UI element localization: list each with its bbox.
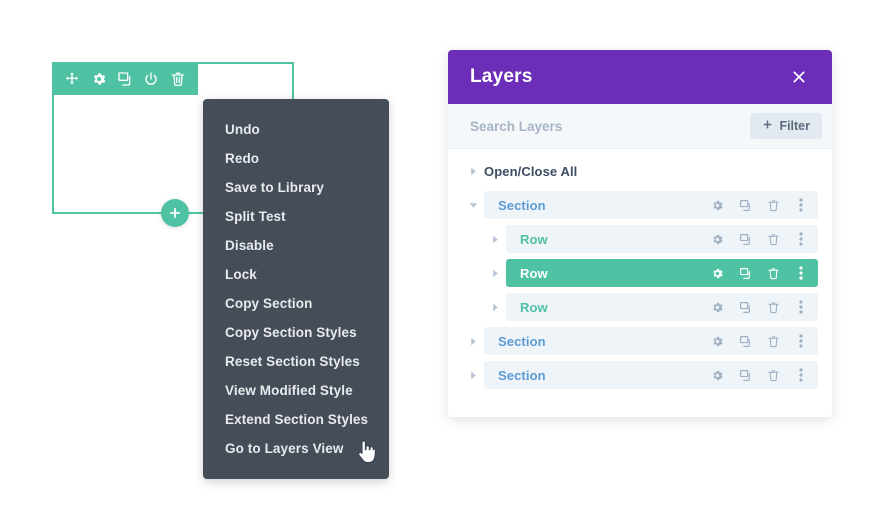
tree-row-open-close-all[interactable]: Open/Close All (462, 157, 818, 185)
section-context-menu: Undo Redo Save to Library Split Test Dis… (203, 99, 389, 479)
search-input[interactable] (470, 118, 751, 134)
trash-icon[interactable] (766, 266, 780, 280)
tree-row-actions (710, 300, 808, 314)
duplicate-icon[interactable] (116, 70, 133, 87)
menu-item-reset-section-styles[interactable]: Reset Section Styles (203, 347, 389, 376)
more-icon[interactable] (794, 300, 808, 314)
chevron-right-icon[interactable] (462, 337, 484, 346)
close-icon[interactable] (788, 66, 810, 88)
tree-row-section-1[interactable]: Section (462, 191, 818, 219)
chevron-right-icon[interactable] (462, 167, 484, 176)
trash-icon[interactable] (169, 70, 186, 87)
gear-icon[interactable] (710, 368, 724, 382)
tree-row-label: Row (520, 299, 548, 315)
move-icon[interactable] (64, 70, 81, 87)
chevron-right-icon[interactable] (462, 371, 484, 380)
more-icon[interactable] (794, 266, 808, 280)
tree-row-label: Section (498, 367, 546, 383)
trash-icon[interactable] (766, 198, 780, 212)
duplicate-icon[interactable] (738, 266, 752, 280)
plus-icon (762, 119, 773, 133)
add-section-button[interactable] (161, 199, 189, 227)
tree-row-body: Row (506, 259, 818, 287)
gear-icon[interactable] (710, 334, 724, 348)
tree-row-row-1[interactable]: Row (462, 225, 818, 253)
tree-row-actions (710, 266, 808, 280)
tree-row-body: Open/Close All (484, 157, 818, 185)
tree-row-label: Open/Close All (484, 163, 578, 179)
tree-row-body: Section (484, 361, 818, 389)
tree-row-section-3[interactable]: Section (462, 361, 818, 389)
tree-row-actions (710, 368, 808, 382)
chevron-down-icon[interactable] (462, 201, 484, 210)
tree-row-row-3[interactable]: Row (462, 293, 818, 321)
tree-row-body: Section (484, 191, 818, 219)
tree-row-actions (710, 334, 808, 348)
menu-item-copy-section-styles[interactable]: Copy Section Styles (203, 318, 389, 347)
filter-button-label: Filter (779, 119, 810, 133)
menu-item-extend-section-styles[interactable]: Extend Section Styles (203, 405, 389, 434)
tree-row-section-2[interactable]: Section (462, 327, 818, 355)
gear-icon[interactable] (710, 232, 724, 246)
section-toolbar (52, 62, 198, 95)
layers-panel: Layers Filter Open/Close All (448, 50, 832, 417)
menu-item-view-modified-style[interactable]: View Modified Style (203, 376, 389, 405)
tree-row-body: Section (484, 327, 818, 355)
tree-row-actions (710, 232, 808, 246)
more-icon[interactable] (794, 334, 808, 348)
layers-panel-header: Layers (448, 50, 832, 104)
gear-icon[interactable] (710, 300, 724, 314)
gear-icon[interactable] (90, 70, 107, 87)
more-icon[interactable] (794, 232, 808, 246)
tree-row-label: Section (498, 333, 546, 349)
menu-item-redo[interactable]: Redo (203, 144, 389, 173)
tree-row-label: Row (520, 231, 548, 247)
duplicate-icon[interactable] (738, 198, 752, 212)
menu-item-split-test[interactable]: Split Test (203, 202, 389, 231)
duplicate-icon[interactable] (738, 232, 752, 246)
tree-row-label: Row (520, 265, 548, 281)
tree-row-body: Row (506, 225, 818, 253)
layers-search-bar: Filter (448, 104, 832, 149)
power-icon[interactable] (143, 70, 160, 87)
trash-icon[interactable] (766, 300, 780, 314)
gear-icon[interactable] (710, 198, 724, 212)
layers-tree: Open/Close All Section Row Row Row Secti… (448, 149, 832, 389)
duplicate-icon[interactable] (738, 300, 752, 314)
chevron-right-icon[interactable] (484, 235, 506, 244)
duplicate-icon[interactable] (738, 334, 752, 348)
duplicate-icon[interactable] (738, 368, 752, 382)
visual-builder-canvas: Undo Redo Save to Library Split Test Dis… (0, 0, 440, 506)
more-icon[interactable] (794, 198, 808, 212)
menu-item-copy-section[interactable]: Copy Section (203, 289, 389, 318)
trash-icon[interactable] (766, 334, 780, 348)
menu-item-go-to-layers-view[interactable]: Go to Layers View (203, 434, 389, 463)
tree-row-row-2-selected[interactable]: Row (462, 259, 818, 287)
menu-item-disable[interactable]: Disable (203, 231, 389, 260)
trash-icon[interactable] (766, 232, 780, 246)
chevron-right-icon[interactable] (484, 303, 506, 312)
tree-row-label: Section (498, 197, 546, 213)
tree-row-actions (710, 198, 808, 212)
menu-item-undo[interactable]: Undo (203, 115, 389, 144)
filter-button[interactable]: Filter (750, 113, 822, 139)
menu-item-lock[interactable]: Lock (203, 260, 389, 289)
chevron-right-icon[interactable] (484, 269, 506, 278)
tree-row-body: Row (506, 293, 818, 321)
page-title: Layers (470, 66, 533, 87)
trash-icon[interactable] (766, 368, 780, 382)
gear-icon[interactable] (710, 266, 724, 280)
menu-item-save-to-library[interactable]: Save to Library (203, 173, 389, 202)
more-icon[interactable] (794, 368, 808, 382)
